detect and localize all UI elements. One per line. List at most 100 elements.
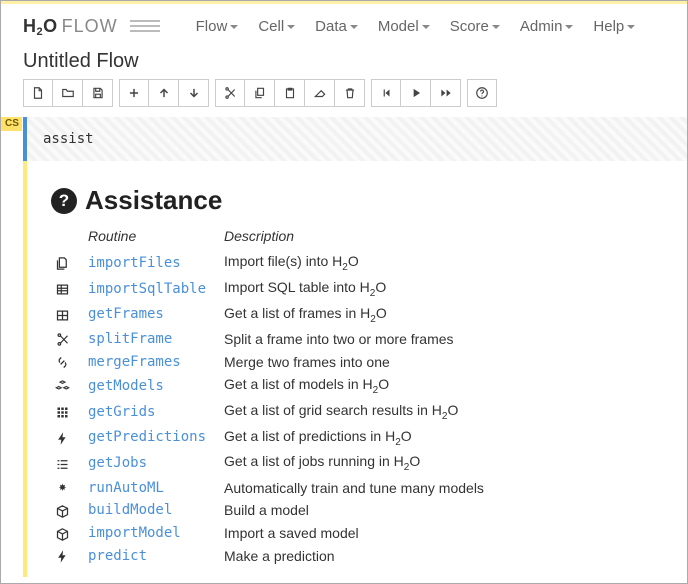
- caret-down-icon: [627, 25, 635, 29]
- toolbar-paste-button[interactable]: [275, 79, 305, 107]
- col-description: Description: [224, 224, 502, 250]
- routine-row: getGridsGet a list of grid search result…: [55, 399, 502, 425]
- routine-row: predictMake a prediction: [55, 545, 502, 568]
- routine-row: importFilesImport file(s) into H2O: [55, 250, 502, 276]
- toolbar-help-button[interactable]: [467, 79, 497, 107]
- bolt-icon: [55, 425, 88, 451]
- caret-down-icon: [287, 25, 295, 29]
- trash-icon: [343, 86, 357, 100]
- routine-row: mergeFramesMerge two frames into one: [55, 350, 502, 373]
- routine-predict[interactable]: predict: [88, 545, 224, 568]
- routine-desc: Split a frame into two or more frames: [224, 327, 502, 350]
- toolbar-open-button[interactable]: [53, 79, 83, 107]
- toolbar-trash-button[interactable]: [335, 79, 365, 107]
- table-icon: [55, 302, 88, 328]
- caret-down-icon: [350, 25, 358, 29]
- paste-icon: [283, 86, 297, 100]
- routine-row: getFramesGet a list of frames in H2O: [55, 302, 502, 328]
- routine-row: importSqlTableImport SQL table into H2O: [55, 276, 502, 302]
- routine-getJobs[interactable]: getJobs: [88, 450, 224, 476]
- routine-desc: Get a list of frames in H2O: [224, 302, 502, 328]
- brand-lines-icon: [130, 20, 160, 32]
- routine-desc: Get a list of models in H2O: [224, 373, 502, 399]
- routine-desc: Get a list of grid search results in H2O: [224, 399, 502, 425]
- menu-flow[interactable]: Flow: [196, 18, 239, 35]
- toolbar-erase-button[interactable]: [305, 79, 335, 107]
- up-icon: [157, 86, 171, 100]
- routine-desc: Get a list of predictions in H2O: [224, 425, 502, 451]
- routine-row: getModelsGet a list of models in H2O: [55, 373, 502, 399]
- routine-runAutoML[interactable]: runAutoML: [88, 476, 224, 499]
- toolbar-run-button[interactable]: [401, 79, 431, 107]
- grid-icon: [55, 399, 88, 425]
- routine-importSqlTable[interactable]: importSqlTable: [88, 276, 224, 302]
- routine-desc: Get a list of jobs running in H2O: [224, 450, 502, 476]
- routine-mergeFrames[interactable]: mergeFrames: [88, 350, 224, 373]
- routine-splitFrame[interactable]: splitFrame: [88, 327, 224, 350]
- document-title[interactable]: Untitled Flow: [23, 50, 139, 72]
- down-icon: [187, 86, 201, 100]
- toolbar-cut-button[interactable]: [215, 79, 245, 107]
- routine-getFrames[interactable]: getFrames: [88, 302, 224, 328]
- routine-getPredictions[interactable]: getPredictions: [88, 425, 224, 451]
- routine-desc: Import a saved model: [224, 522, 502, 545]
- routine-getModels[interactable]: getModels: [88, 373, 224, 399]
- caret-down-icon: [492, 25, 500, 29]
- menu-model[interactable]: Model: [378, 18, 430, 35]
- file-icon: [31, 86, 45, 100]
- routine-desc: Import file(s) into H2O: [224, 250, 502, 276]
- cube-icon: [55, 522, 88, 545]
- routine-row: importModelImport a saved model: [55, 522, 502, 545]
- cube-icon: [55, 499, 88, 522]
- stepb-icon: [379, 86, 393, 100]
- menu-cell[interactable]: Cell: [258, 18, 295, 35]
- routine-getGrids[interactable]: getGrids: [88, 399, 224, 425]
- play-icon: [409, 86, 423, 100]
- toolbar-run-all-button[interactable]: [431, 79, 461, 107]
- bolt-icon: [55, 545, 88, 568]
- routine-importModel[interactable]: importModel: [88, 522, 224, 545]
- toolbar-new-button[interactable]: [23, 79, 53, 107]
- copy-icon: [253, 86, 267, 100]
- toolbar-add-button[interactable]: [119, 79, 149, 107]
- db-icon: [55, 276, 88, 302]
- toolbar-down-button[interactable]: [179, 79, 209, 107]
- navbar: H2O FLOW Flow Cell Data Model Score Admin Help: [1, 4, 687, 48]
- brand-logo: H2O FLOW: [23, 16, 160, 37]
- save-icon: [91, 86, 105, 100]
- toolbar-run-back-button[interactable]: [371, 79, 401, 107]
- routine-row: buildModelBuild a model: [55, 499, 502, 522]
- erase-icon: [313, 86, 327, 100]
- routine-desc: Import SQL table into H2O: [224, 276, 502, 302]
- menu-score[interactable]: Score: [450, 18, 500, 35]
- toolbar-copy-button[interactable]: [245, 79, 275, 107]
- tasks-icon: [55, 450, 88, 476]
- toolbar-save-button[interactable]: [83, 79, 113, 107]
- toolbar: [1, 79, 687, 117]
- help-icon: [475, 86, 489, 100]
- menu-help[interactable]: Help: [593, 18, 635, 35]
- folder-icon: [61, 86, 75, 100]
- menu-data[interactable]: Data: [315, 18, 358, 35]
- routine-desc: Make a prediction: [224, 545, 502, 568]
- code-cell[interactable]: assist: [23, 117, 687, 161]
- routine-desc: Merge two frames into one: [224, 350, 502, 373]
- routines-table: Routine Description importFilesImport fi…: [55, 224, 502, 567]
- question-circle-icon: ?: [51, 188, 77, 214]
- routine-buildModel[interactable]: buildModel: [88, 499, 224, 522]
- col-routine: Routine: [88, 224, 224, 250]
- routine-importFiles[interactable]: importFiles: [88, 250, 224, 276]
- files-icon: [55, 250, 88, 276]
- ff-icon: [439, 86, 453, 100]
- cell-output: ? Assistance Routine Description importF…: [23, 161, 687, 577]
- cell-type-badge: CS: [1, 117, 22, 131]
- caret-down-icon: [565, 25, 573, 29]
- routine-desc: Automatically train and tune many models: [224, 476, 502, 499]
- assistance-heading: Assistance: [85, 185, 222, 216]
- magic-icon: [55, 476, 88, 499]
- menu-admin[interactable]: Admin: [520, 18, 574, 35]
- routine-row: splitFrameSplit a frame into two or more…: [55, 327, 502, 350]
- toolbar-up-button[interactable]: [149, 79, 179, 107]
- scissors-icon: [55, 327, 88, 350]
- plus-icon: [127, 86, 141, 100]
